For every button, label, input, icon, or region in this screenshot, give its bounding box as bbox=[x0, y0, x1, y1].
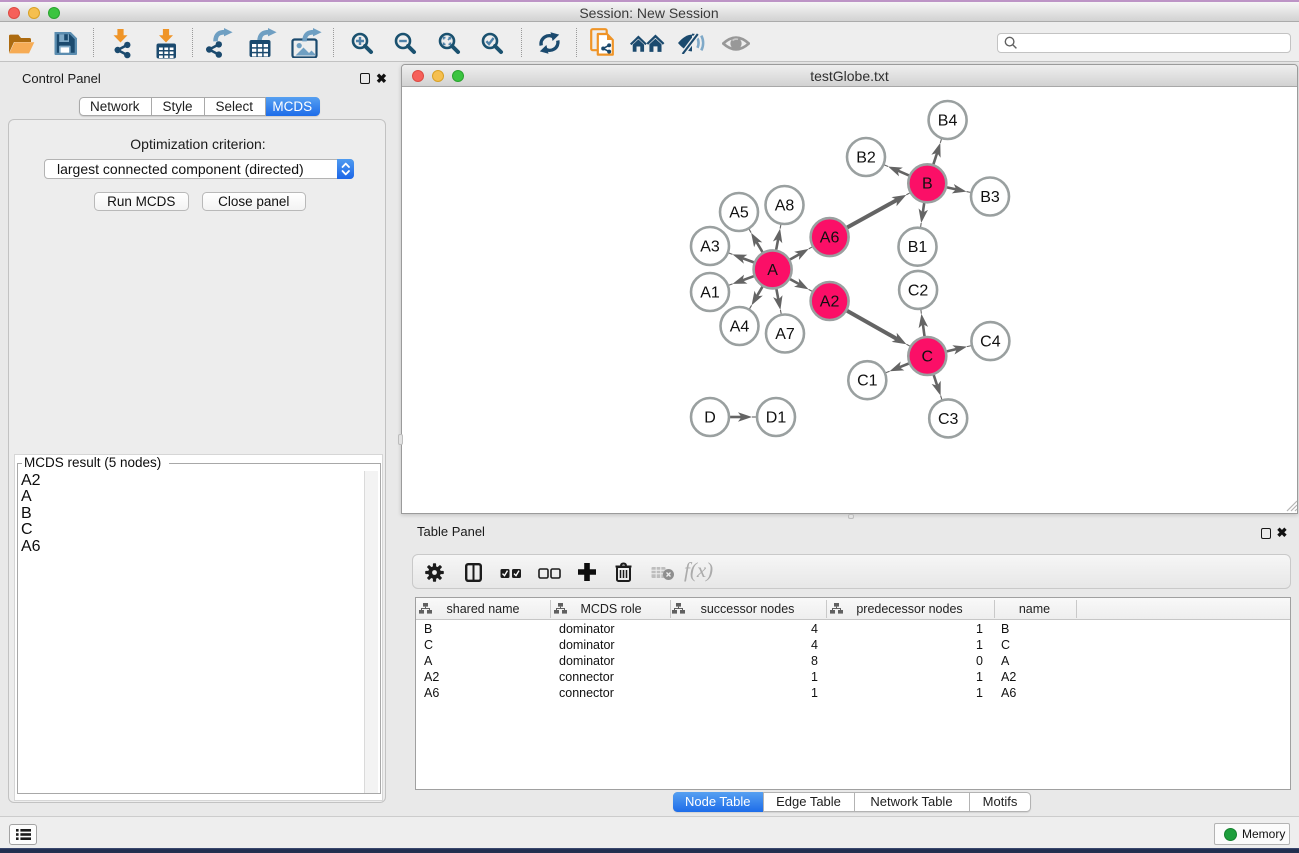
svg-text:D: D bbox=[704, 409, 716, 426]
svg-text:A7: A7 bbox=[775, 326, 795, 343]
svg-text:A5: A5 bbox=[729, 204, 749, 221]
svg-text:B1: B1 bbox=[908, 239, 928, 256]
svg-text:B4: B4 bbox=[938, 112, 958, 129]
svg-text:C1: C1 bbox=[857, 373, 878, 390]
svg-text:A: A bbox=[767, 262, 778, 279]
svg-text:A4: A4 bbox=[730, 318, 750, 335]
svg-text:D1: D1 bbox=[766, 409, 787, 426]
svg-text:C2: C2 bbox=[908, 282, 929, 299]
svg-text:B3: B3 bbox=[980, 189, 1000, 206]
svg-text:C4: C4 bbox=[980, 334, 1001, 351]
svg-text:C3: C3 bbox=[938, 411, 959, 428]
svg-text:A8: A8 bbox=[775, 197, 795, 214]
svg-text:A3: A3 bbox=[700, 238, 720, 255]
svg-text:A2: A2 bbox=[820, 293, 840, 310]
svg-text:A1: A1 bbox=[700, 284, 720, 301]
svg-text:A6: A6 bbox=[820, 230, 840, 247]
svg-text:C: C bbox=[922, 348, 934, 365]
svg-text:B2: B2 bbox=[856, 149, 876, 166]
svg-text:B: B bbox=[922, 176, 933, 193]
